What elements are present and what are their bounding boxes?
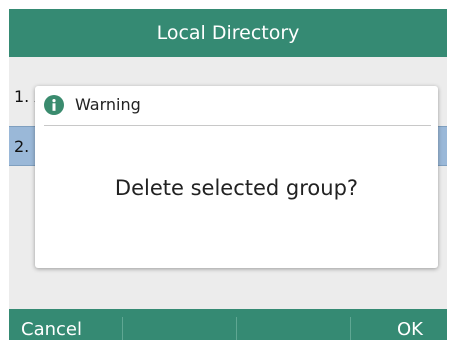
softkey-label: Cancel — [21, 319, 82, 340]
page-title: Local Directory — [156, 22, 300, 44]
dialog-divider — [44, 125, 431, 126]
dialog-title: Warning — [75, 95, 141, 114]
info-icon — [44, 95, 64, 115]
title-bar: Local Directory — [9, 9, 447, 57]
softkey-2[interactable] — [123, 309, 236, 340]
cancel-softkey[interactable]: Cancel — [9, 309, 122, 340]
softkey-3[interactable] — [237, 309, 350, 340]
dialog-header: Warning — [35, 86, 438, 124]
warning-dialog: Warning Delete selected group? — [35, 86, 438, 268]
phone-screen: Local Directory 1. All Contacts 2. Warni… — [9, 9, 447, 340]
softkey-bar: Cancel OK — [9, 309, 447, 340]
ok-softkey[interactable]: OK — [351, 309, 447, 340]
dialog-message: Delete selected group? — [114, 176, 359, 200]
list-item-label: 2. — [14, 136, 30, 156]
softkey-label: OK — [397, 319, 423, 340]
